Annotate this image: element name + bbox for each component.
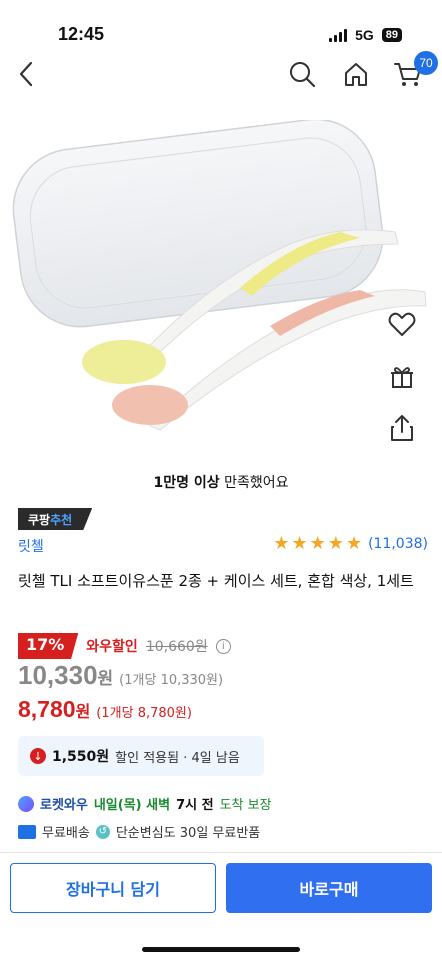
top-nav xyxy=(0,52,442,96)
status-indicators: 5G 89 xyxy=(329,27,402,43)
social-proof-text: 만족했어요 xyxy=(219,475,289,491)
star-icon: ★ xyxy=(273,533,290,554)
coupon-text: 할인 적용됨 · 4일 남음 xyxy=(115,750,240,766)
wow-price-row: 8,780원 (1개당 8,780원) xyxy=(18,696,192,723)
sale-price: 10,330 xyxy=(18,660,98,690)
return-icon: ↺ xyxy=(95,824,110,839)
free-return-label: 단순변심도 30일 무료반품 xyxy=(115,826,261,841)
product-title: 릿첼 TLI 소프트이유스푼 2종 + 케이스 세트, 혼합 색상, 1세트 xyxy=(18,572,414,590)
star-icon: ★ xyxy=(291,533,308,554)
social-proof-highlight: 1만명 이상 xyxy=(153,475,220,491)
free-shipping-label: 무료배송 xyxy=(42,826,90,841)
rating[interactable]: ★ ★ ★ ★ ★ (11,038) xyxy=(273,535,428,553)
gift-icon xyxy=(391,367,413,388)
wow-price-unit: 원 xyxy=(75,702,91,721)
truck-icon xyxy=(18,824,36,839)
sale-price-row: 10,330원 (1개당 10,330원) xyxy=(18,660,223,691)
rocket-icon xyxy=(18,795,34,812)
search-icon xyxy=(290,62,316,88)
badge-part1: 쿠팡 xyxy=(28,513,51,527)
discount-arrow-icon: ↓ xyxy=(30,748,46,764)
sale-unit-price: (1개당 10,330원) xyxy=(119,673,224,688)
share-icon xyxy=(391,415,413,441)
discount-percent-badge: 17% xyxy=(18,633,79,659)
wow-unit-price: (1개당 8,780원) xyxy=(96,706,192,721)
wishlist-button[interactable] xyxy=(386,308,418,340)
discount-row: 17% 와우할인 10,660원 i xyxy=(18,633,231,659)
delivery-guarantee: 도착 보장 xyxy=(219,798,272,813)
benefit-row: 무료배송 ↺ 단순변심도 30일 무료반품 xyxy=(18,822,260,841)
coupon-amount: 1,550원 xyxy=(52,749,110,765)
home-icon xyxy=(345,63,367,86)
cart-count-badge: 70 xyxy=(414,51,438,75)
delivery-time: 7시 전 xyxy=(176,798,214,813)
battery-icon: 89 xyxy=(381,28,402,42)
seller-link[interactable]: 릿첼 xyxy=(18,536,44,556)
bottom-action-bar: 장바구니 담기 바로구매 xyxy=(0,852,442,960)
signal-icon xyxy=(329,28,348,42)
coupang-recommend-badge: 쿠팡추천 xyxy=(18,508,93,530)
chevron-left-icon xyxy=(19,61,33,87)
rocket-wow-label: 로켓와우 xyxy=(40,798,88,813)
star-icon: ★ xyxy=(345,533,363,554)
home-indicator xyxy=(142,947,300,952)
wow-discount-label: 와우할인 xyxy=(86,639,138,655)
product-image[interactable] xyxy=(0,120,442,450)
social-proof: 1만명 이상 만족했어요 xyxy=(0,472,442,492)
original-price: 10,660원 xyxy=(145,639,208,655)
sale-price-unit: 원 xyxy=(97,669,114,689)
status-bar: 12:45 5G 89 xyxy=(0,0,442,60)
status-time: 12:45 xyxy=(58,24,105,44)
gift-button[interactable] xyxy=(386,360,418,392)
side-actions xyxy=(386,308,418,464)
rating-count: (11,038) xyxy=(368,536,428,552)
star-icon: ★ xyxy=(309,533,326,554)
home-button[interactable] xyxy=(340,58,372,90)
star-icon: ★ xyxy=(327,533,344,554)
back-button[interactable] xyxy=(10,58,42,90)
search-button[interactable] xyxy=(286,58,318,90)
share-button[interactable] xyxy=(386,412,418,444)
info-icon[interactable]: i xyxy=(215,638,231,654)
heart-icon xyxy=(388,312,416,336)
network-label: 5G xyxy=(355,27,374,43)
delivery-row: 로켓와우 내일(목) 새벽 7시 전 도착 보장 xyxy=(18,794,272,813)
coupon-box[interactable]: ↓ 1,550원 할인 적용됨 · 4일 남음 xyxy=(18,736,264,776)
delivery-date: 내일(목) 새벽 xyxy=(93,798,171,813)
buy-now-button[interactable]: 바로구매 xyxy=(226,863,432,913)
badge-part2: 추천 xyxy=(50,513,73,527)
add-to-cart-button[interactable]: 장바구니 담기 xyxy=(10,863,216,913)
wow-price: 8,780 xyxy=(18,696,76,722)
